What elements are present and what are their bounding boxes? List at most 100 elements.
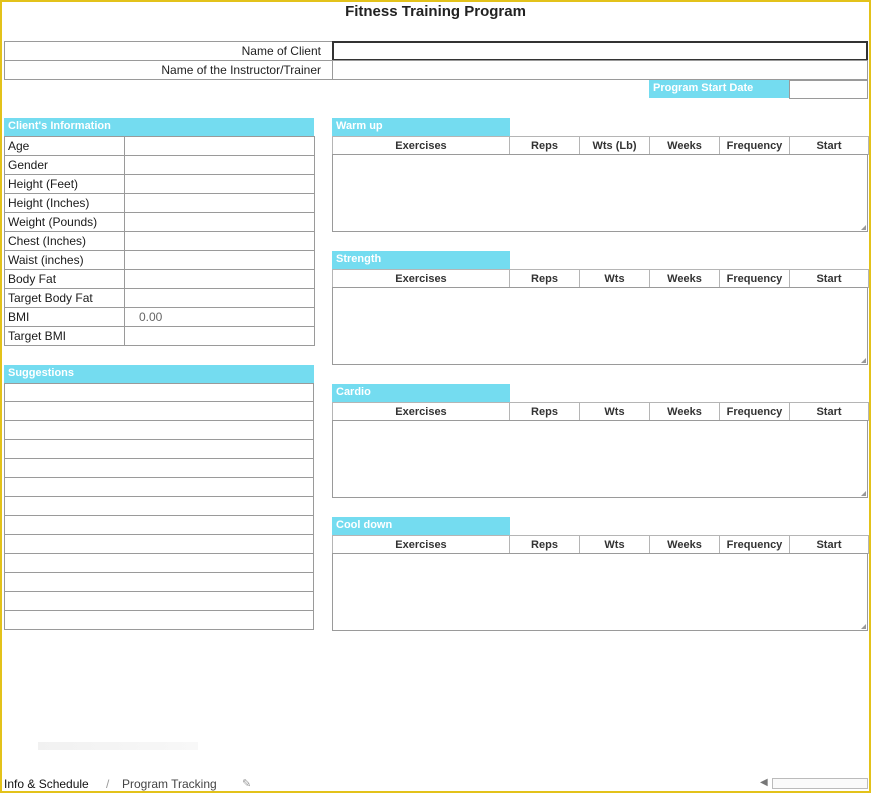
- trainer-name-field[interactable]: [332, 60, 868, 80]
- suggestion-line[interactable]: [4, 440, 314, 459]
- client-info-value[interactable]: [124, 212, 315, 232]
- suggestion-line[interactable]: [4, 554, 314, 573]
- client-info-label: BMI: [4, 307, 125, 327]
- suggestions-header: Suggestions: [4, 365, 314, 383]
- column-header: Weeks: [649, 136, 720, 155]
- client-info-label: Chest (Inches): [4, 231, 125, 251]
- client-info-row: Height (Feet): [4, 174, 315, 194]
- section-entry-area[interactable]: [332, 420, 868, 498]
- client-info-row: Gender: [4, 155, 315, 175]
- suggestion-line[interactable]: [4, 402, 314, 421]
- column-header: Start: [789, 269, 869, 288]
- scroll-left-icon[interactable]: ◀: [760, 777, 768, 788]
- resize-handle-icon[interactable]: [861, 225, 866, 230]
- client-info-value[interactable]: [124, 326, 315, 346]
- resize-handle-icon[interactable]: [861, 358, 866, 363]
- column-header: Start: [789, 535, 869, 554]
- client-info-row: Target Body Fat: [4, 288, 315, 308]
- column-header: Wts: [579, 402, 650, 421]
- client-info-value[interactable]: [124, 136, 315, 156]
- horizontal-scrollbar[interactable]: [772, 778, 868, 789]
- section-header: Strength: [332, 251, 510, 269]
- new-sheet-icon[interactable]: ✎: [242, 777, 251, 790]
- watermark: [38, 742, 198, 750]
- page-title: Fitness Training Program: [345, 3, 526, 20]
- client-info-value[interactable]: [124, 193, 315, 213]
- column-header: Weeks: [649, 402, 720, 421]
- suggestion-line[interactable]: [4, 478, 314, 497]
- client-info-value[interactable]: [124, 288, 315, 308]
- client-info-value[interactable]: [124, 155, 315, 175]
- suggestion-line[interactable]: [4, 535, 314, 554]
- suggestions-area[interactable]: [4, 383, 314, 630]
- suggestion-line[interactable]: [4, 611, 314, 630]
- tab-separator: /: [106, 777, 110, 791]
- section-entry-area[interactable]: [332, 287, 868, 365]
- section-header: Cardio: [332, 384, 510, 402]
- suggestion-line[interactable]: [4, 421, 314, 440]
- client-info-row: Target BMI: [4, 326, 315, 346]
- column-header: Wts (Lb): [579, 136, 650, 155]
- section-entry-area[interactable]: [332, 154, 868, 232]
- column-header: Reps: [509, 136, 580, 155]
- client-info-label: Waist (inches): [4, 250, 125, 270]
- column-header: Wts: [579, 269, 650, 288]
- section-header: Warm up: [332, 118, 510, 136]
- column-header: Weeks: [649, 269, 720, 288]
- client-info-table: Age Gender Height (Feet) Height (Inches) Wei…: [4, 136, 315, 346]
- resize-handle-icon[interactable]: [861, 491, 866, 496]
- client-info-label: Weight (Pounds): [4, 212, 125, 232]
- client-info-row: Body Fat: [4, 269, 315, 289]
- column-header: Reps: [509, 535, 580, 554]
- column-header: Wts: [579, 535, 650, 554]
- client-info-label: Target BMI: [4, 326, 125, 346]
- suggestion-line[interactable]: [4, 573, 314, 592]
- client-info-label: Height (Inches): [4, 193, 125, 213]
- client-info-row: Weight (Pounds): [4, 212, 315, 232]
- client-name-field[interactable]: [332, 41, 868, 61]
- suggestion-line[interactable]: [4, 592, 314, 611]
- resize-handle-icon[interactable]: [861, 624, 866, 629]
- column-header: Weeks: [649, 535, 720, 554]
- suggestion-line[interactable]: [4, 516, 314, 535]
- section-entry-area[interactable]: [332, 553, 868, 631]
- client-info-label: Gender: [4, 155, 125, 175]
- tab-info-schedule[interactable]: Info & Schedule: [4, 777, 89, 791]
- column-header: Start: [789, 402, 869, 421]
- section-columns: Exercises Reps Wts (Lb) Weeks Frequency Start: [332, 136, 869, 155]
- tab-program-tracking[interactable]: Program Tracking: [122, 777, 217, 791]
- client-info-row: Height (Inches): [4, 193, 315, 213]
- client-info-value[interactable]: [124, 250, 315, 270]
- client-info-value[interactable]: 0.00: [124, 307, 315, 327]
- column-header: Exercises: [332, 269, 510, 288]
- suggestion-line[interactable]: [4, 497, 314, 516]
- client-info-label: Height (Feet): [4, 174, 125, 194]
- column-header: Frequency: [719, 402, 790, 421]
- client-info-row: BMI 0.00: [4, 307, 315, 327]
- column-header: Exercises: [332, 136, 510, 155]
- column-header: Frequency: [719, 269, 790, 288]
- trainer-name-label: Name of the Instructor/Trainer: [161, 63, 321, 77]
- client-info-value[interactable]: [124, 174, 315, 194]
- suggestion-line[interactable]: [4, 459, 314, 478]
- client-info-label: Body Fat: [4, 269, 125, 289]
- client-info-value[interactable]: [124, 231, 315, 251]
- sheet-tab-bar: Info & Schedule / Program Tracking ✎ ◀: [2, 775, 869, 791]
- column-header: Exercises: [332, 535, 510, 554]
- client-info-label: Target Body Fat: [4, 288, 125, 308]
- client-info-label: Age: [4, 136, 125, 156]
- client-info-value[interactable]: [124, 269, 315, 289]
- section-columns: Exercises Reps Wts Weeks Frequency Start: [332, 402, 869, 421]
- client-info-header: Client's Information: [4, 118, 314, 136]
- start-date-field[interactable]: [789, 80, 868, 99]
- column-header: Exercises: [332, 402, 510, 421]
- column-header: Frequency: [719, 136, 790, 155]
- column-header: Frequency: [719, 535, 790, 554]
- client-info-row: Age: [4, 136, 315, 156]
- column-header: Reps: [509, 402, 580, 421]
- section-columns: Exercises Reps Wts Weeks Frequency Start: [332, 269, 869, 288]
- start-date-label: Program Start Date: [649, 80, 789, 98]
- section-header: Cool down: [332, 517, 510, 535]
- client-info-row: Waist (inches): [4, 250, 315, 270]
- suggestion-line[interactable]: [4, 383, 314, 402]
